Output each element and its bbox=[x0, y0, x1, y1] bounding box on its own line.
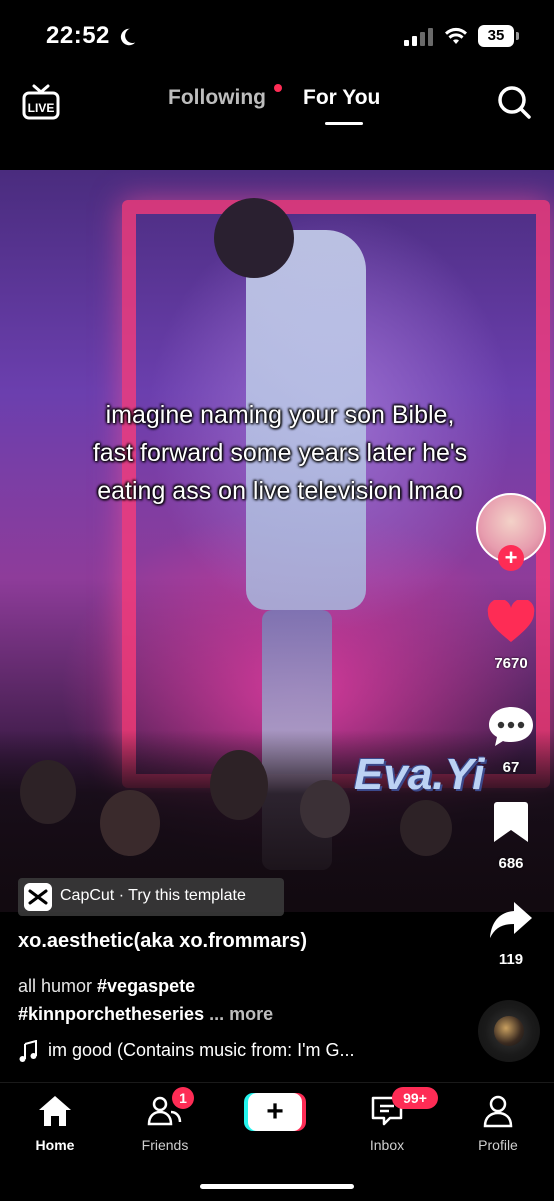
home-indicator bbox=[200, 1184, 354, 1189]
crowd-person bbox=[400, 800, 452, 856]
bookmark-icon bbox=[494, 802, 528, 842]
video-player[interactable]: imagine naming your son Bible, fast forw… bbox=[0, 170, 554, 912]
create-plus: + bbox=[248, 1093, 302, 1131]
crowd-person bbox=[100, 790, 160, 856]
desc-text: all humor bbox=[18, 976, 98, 996]
tab-following[interactable]: Following bbox=[168, 86, 266, 110]
sound-disc-cover bbox=[494, 1016, 524, 1046]
friends-badge: 1 bbox=[172, 1087, 194, 1109]
moon-icon bbox=[120, 28, 136, 46]
live-label: LIVE bbox=[28, 101, 55, 115]
dancer-head bbox=[214, 198, 294, 278]
create-button[interactable]: + bbox=[244, 1093, 306, 1131]
video-caption-overlay: imagine naming your son Bible, fast forw… bbox=[92, 401, 468, 505]
sound-disc[interactable] bbox=[478, 1000, 540, 1062]
nav-inbox-label: Inbox bbox=[369, 1137, 405, 1153]
like-count: 7670 bbox=[494, 655, 528, 672]
crowd-person bbox=[210, 750, 268, 820]
save-count: 686 bbox=[498, 855, 524, 872]
capcut-icon bbox=[24, 883, 52, 911]
share-count: 119 bbox=[498, 951, 524, 968]
follow-plus-button[interactable]: + bbox=[498, 545, 524, 571]
nav-profile-label: Profile bbox=[478, 1137, 518, 1153]
comment-button[interactable]: 67 bbox=[482, 704, 540, 776]
capcut-template-chip[interactable]: CapCut · Try this template bbox=[18, 878, 284, 916]
wifi-icon bbox=[445, 27, 467, 44]
save-button[interactable]: 686 bbox=[482, 800, 540, 872]
template-label: CapCut · Try this template bbox=[60, 887, 246, 904]
crowd-person bbox=[20, 760, 76, 824]
live-tv-icon[interactable]: LIVE bbox=[22, 82, 60, 122]
share-arrow-icon bbox=[490, 902, 532, 938]
search-icon[interactable] bbox=[496, 84, 532, 120]
active-tab-underline bbox=[325, 122, 363, 125]
crowd-person bbox=[300, 780, 350, 838]
hashtag-link[interactable]: #vegaspete bbox=[97, 976, 195, 996]
comment-bubble-icon bbox=[489, 707, 533, 746]
heart-icon bbox=[487, 598, 535, 642]
music-note-icon bbox=[19, 1040, 37, 1062]
nav-home-label: Home bbox=[35, 1137, 75, 1153]
nav-friends-label: Friends bbox=[141, 1137, 189, 1153]
post-description: all humor #vegaspete #kinnporchetheserie… bbox=[18, 972, 458, 1028]
profile-icon bbox=[483, 1095, 513, 1128]
more-link[interactable]: ... more bbox=[209, 1004, 273, 1024]
share-button[interactable]: 119 bbox=[482, 900, 540, 968]
hashtag-link[interactable]: #kinnporchetheseries bbox=[18, 1004, 204, 1024]
status-time: 22:52 bbox=[46, 22, 110, 49]
signal-icon bbox=[404, 28, 433, 46]
video-watermark: Eva.Yi bbox=[354, 750, 485, 799]
comment-count: 67 bbox=[502, 759, 520, 776]
music-title: im good (Contains music from: I'm G... bbox=[48, 1040, 355, 1060]
inbox-badge: 99+ bbox=[392, 1087, 438, 1109]
creator-username[interactable]: xo.aesthetic(aka xo.frommars) bbox=[18, 930, 307, 953]
status-bar: 22:52 35 bbox=[0, 0, 554, 72]
battery-indicator: 35 bbox=[478, 25, 519, 47]
home-icon bbox=[39, 1096, 71, 1126]
like-button[interactable]: 7670 bbox=[482, 598, 540, 672]
following-notification-dot bbox=[274, 84, 282, 92]
top-header: LIVE Following For You bbox=[0, 72, 554, 132]
tab-for-you[interactable]: For You bbox=[303, 86, 380, 110]
